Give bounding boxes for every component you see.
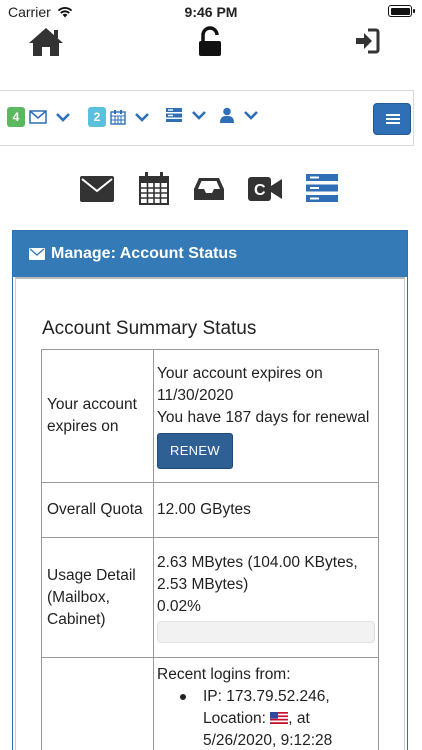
logins-label bbox=[41, 657, 154, 750]
calendar-count-badge: 2 bbox=[88, 107, 106, 127]
quota-value: 12.00 GBytes bbox=[153, 482, 379, 538]
chevron-down-icon bbox=[192, 111, 206, 120]
login-list: IP: 173.79.52.246, Location: , at 5/26/2… bbox=[157, 686, 375, 750]
usage-percent: 0.02% bbox=[157, 598, 201, 615]
expires-cell: Your account expires on 11/30/2020 You h… bbox=[153, 349, 379, 483]
table-row: Your account expires on Your account exp… bbox=[41, 349, 379, 483]
table-row: Usage Detail (Mailbox, Cabinet) 2.63 MBy… bbox=[41, 537, 379, 658]
quota-label: Overall Quota bbox=[41, 482, 154, 538]
calendar-icon bbox=[110, 110, 126, 125]
login-at: , at bbox=[288, 710, 310, 727]
storage-dropdown[interactable] bbox=[165, 107, 207, 123]
status-bar: Carrier 9:46 PM bbox=[0, 0, 422, 24]
login-ip: IP: 173.79.52.246, bbox=[203, 688, 330, 705]
usage-label: Usage Detail (Mailbox, Cabinet) bbox=[41, 537, 154, 658]
account-summary-table: Your account expires on Your account exp… bbox=[41, 349, 379, 750]
us-flag-icon bbox=[270, 712, 289, 724]
expires-line: Your account expires on bbox=[157, 365, 323, 382]
section-icon-row: C bbox=[0, 172, 422, 208]
envelope-icon bbox=[29, 110, 47, 124]
chevron-down-icon bbox=[135, 113, 149, 122]
login-date: 5/26/2020, 9:12:28 bbox=[203, 732, 333, 749]
sign-in-icon[interactable] bbox=[354, 26, 380, 56]
server-icon bbox=[166, 108, 182, 122]
inbox-section-icon[interactable] bbox=[193, 177, 225, 201]
account-section-icon[interactable] bbox=[306, 174, 338, 202]
video-section-icon[interactable]: C bbox=[248, 177, 282, 201]
unlock-icon[interactable] bbox=[197, 26, 223, 58]
hamburger-menu-button[interactable] bbox=[373, 103, 411, 135]
calendar-dropdown[interactable]: 2 bbox=[88, 107, 150, 127]
logins-cell: Recent logins from: IP: 173.79.52.246, L… bbox=[153, 657, 379, 750]
days-remaining: You have 187 days for renewal bbox=[157, 409, 370, 426]
calendar-section-icon[interactable] bbox=[138, 172, 170, 206]
table-row: Recent logins from: IP: 173.79.52.246, L… bbox=[41, 657, 379, 750]
battery-icon bbox=[388, 5, 415, 17]
user-dropdown[interactable] bbox=[219, 107, 259, 123]
mail-count-badge: 4 bbox=[7, 107, 25, 127]
usage-value: 2.63 MBytes (104.00 KBytes, 2.53 MBytes) bbox=[157, 554, 358, 593]
panel-title: Manage: Account Status bbox=[51, 245, 238, 262]
chevron-down-icon bbox=[56, 113, 70, 122]
top-nav bbox=[0, 24, 422, 64]
usage-cell: 2.63 MBytes (104.00 KBytes, 2.53 MBytes)… bbox=[153, 537, 379, 658]
mail-dropdown[interactable]: 4 bbox=[7, 107, 71, 127]
user-icon bbox=[220, 107, 234, 123]
mail-section-icon[interactable] bbox=[80, 176, 114, 202]
usage-progress-bar bbox=[157, 621, 375, 643]
svg-text:C: C bbox=[254, 182, 266, 199]
list-item: IP: 173.79.52.246, Location: , at 5/26/2… bbox=[177, 686, 375, 750]
panel-header: Manage: Account Status bbox=[13, 231, 407, 277]
chevron-down-icon bbox=[244, 111, 258, 120]
home-icon[interactable] bbox=[27, 26, 65, 58]
login-location-label: Location: bbox=[203, 710, 266, 727]
logins-heading: Recent logins from: bbox=[157, 666, 291, 683]
summary-title: Account Summary Status bbox=[42, 318, 257, 339]
clock: 9:46 PM bbox=[184, 4, 238, 20]
toolbar: 4 2 bbox=[0, 90, 414, 146]
table-row: Overall Quota 12.00 GBytes bbox=[41, 482, 379, 538]
renew-button[interactable]: RENEW bbox=[157, 433, 233, 469]
expires-date: 11/30/2020 bbox=[157, 387, 234, 404]
expires-label: Your account expires on bbox=[41, 349, 154, 483]
envelope-icon bbox=[29, 248, 45, 260]
